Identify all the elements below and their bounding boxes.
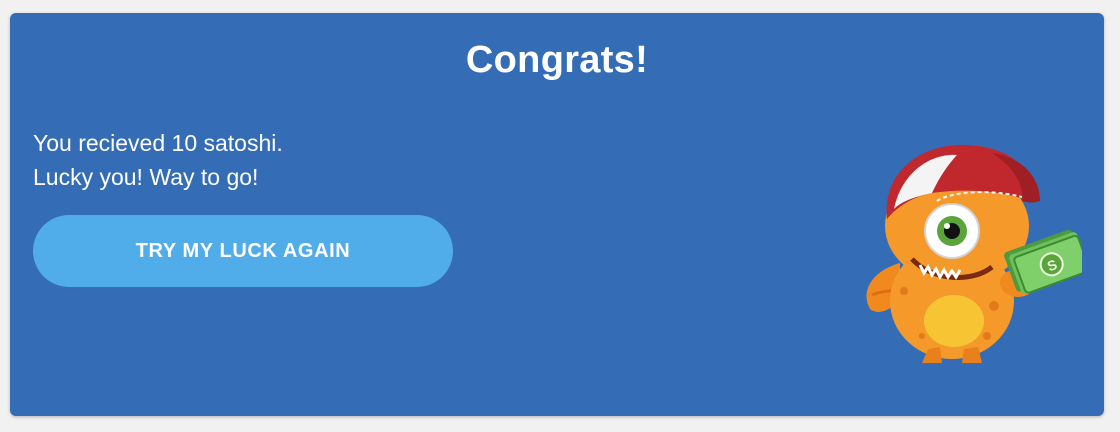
encouragement-message: Lucky you! Way to go! [33, 164, 259, 190]
monster-mascot-icon: S [866, 144, 1082, 363]
reward-message: You recieved 10 satoshi. [33, 130, 283, 156]
try-again-button[interactable]: TRY MY LUCK AGAIN [33, 215, 453, 287]
reward-dialog: Congrats! You recieved 10 satoshi. Lucky… [10, 13, 1104, 416]
dialog-title: Congrats! [465, 39, 649, 81]
